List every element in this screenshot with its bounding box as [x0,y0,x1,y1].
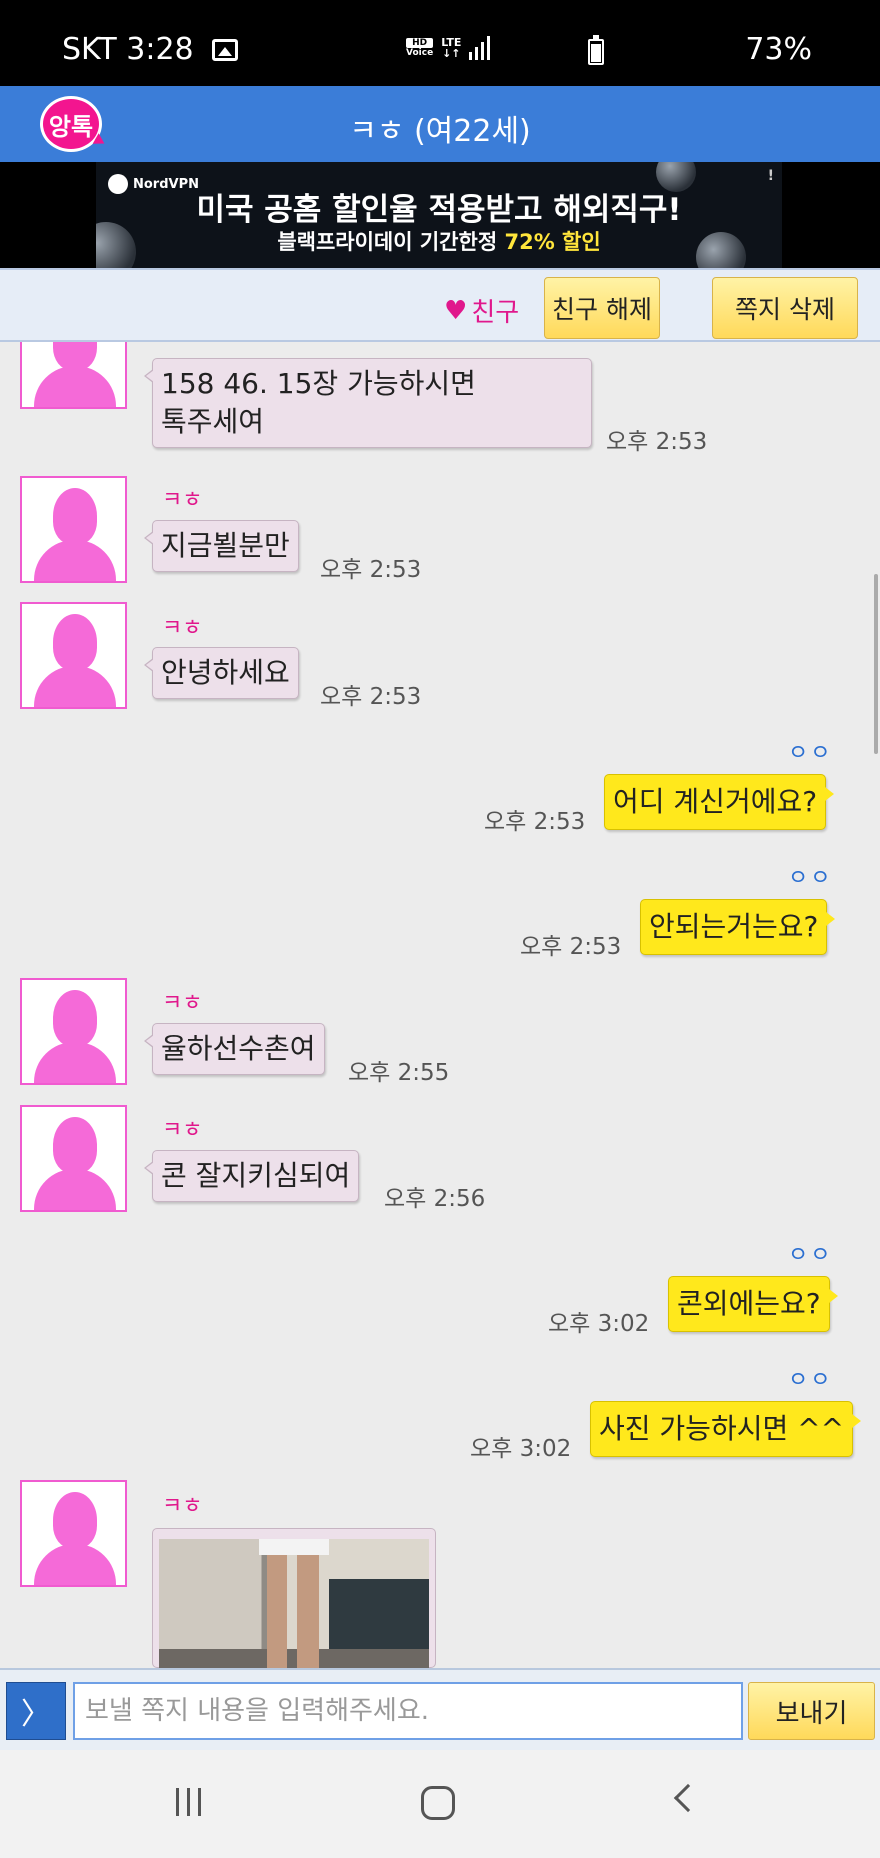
message-time: 오후 2:53 [320,557,422,583]
message-time: 오후 2:56 [384,1186,486,1212]
ad-subline-text: 블랙프라이데이 기간한정 [277,230,505,254]
heart-icon: ♥ [444,295,468,326]
read-indicator: ㅇㅇ [788,741,833,766]
voice-label: Voice [406,48,434,58]
message-time: 오후 2:53 [606,429,708,455]
friend-label: 친구 [471,298,520,328]
battery-icon [588,35,604,65]
outgoing-message[interactable]: 어디 계신거에요? [604,774,835,830]
image-icon [211,38,238,61]
outgoing-message[interactable]: 사진 가능하시면 ^^ [590,1401,862,1457]
sender-name: ㅋㅎ [162,488,203,513]
status-left: SKT 3:28 [62,32,238,67]
chat-list[interactable]: 158 46. 15장 가능하시면 톡주세여 오후 2:53 ㅋㅎ 지금뵐분만 … [0,342,880,1668]
carrier-time: SKT 3:28 [62,32,194,67]
outgoing-message[interactable]: 안되는거는요? [640,899,836,955]
back-icon[interactable] [673,1783,703,1813]
sender-avatar[interactable] [20,602,127,709]
friend-status: ♥ 친구 [444,292,519,329]
app-header: 앙톡 ㅋㅎ (여22세) [0,86,880,162]
photo-thumbnail[interactable] [159,1539,429,1668]
sender-avatar[interactable] [20,978,127,1085]
ad-info-icon[interactable]: ! [768,168,774,184]
home-icon[interactable] [421,1786,455,1820]
message-time: 오후 2:55 [348,1060,450,1086]
sender-name: ㅋㅎ [162,616,203,641]
system-nav-bar [0,1750,880,1858]
message-time: 오후 2:53 [484,809,586,835]
expand-toggle-button[interactable]: 〉 [6,1682,66,1740]
ad-headline: 미국 공홈 할인율 적용받고 해외직구! [196,192,682,228]
ad-subline: 블랙프라이데이 기간한정 72% 할인 [96,226,782,256]
friend-bar: ♥ 친구 친구 해제 쪽지 삭제 [0,268,880,342]
message-input-bar: 〉 보내기 [0,1668,880,1750]
message-time: 오후 3:02 [470,1436,572,1462]
hd-voice-icon: HD Voice [406,38,434,58]
unfriend-button[interactable]: 친구 해제 [544,277,660,339]
data-arrows-icon: ↓↑ [442,47,461,60]
sender-avatar[interactable] [20,342,127,409]
sender-name: ㅋㅎ [162,991,203,1016]
message-input[interactable] [73,1682,743,1740]
scrollbar[interactable] [874,574,878,754]
message-time: 오후 3:02 [548,1311,650,1337]
signal-icon [469,36,491,60]
battery-percent: 73% [745,32,812,67]
message-time: 오후 2:53 [520,934,622,960]
recent-apps-icon[interactable] [176,1788,201,1816]
read-indicator: ㅇㅇ [788,1243,833,1268]
incoming-message[interactable]: 158 46. 15장 가능하시면 톡주세여 [144,358,592,448]
sender-avatar[interactable] [20,476,127,583]
photo-message[interactable] [152,1528,436,1668]
incoming-message[interactable]: 안녕하세요 [144,647,299,699]
sender-avatar[interactable] [20,1105,127,1212]
ad-discount: 72% 할인 [504,230,601,254]
read-indicator: ㅇㅇ [788,1368,833,1393]
incoming-message[interactable]: 율하선수촌여 [144,1023,325,1075]
status-bar: SKT 3:28 HD Voice LTE ↓↑ 73% [0,0,880,86]
sender-avatar[interactable] [20,1480,127,1587]
sender-name: ㅋㅎ [162,1494,203,1519]
delete-message-button[interactable]: 쪽지 삭제 [712,277,858,339]
outgoing-message[interactable]: 콘외에는요? [668,1276,838,1332]
send-button[interactable]: 보내기 [748,1682,875,1740]
hd-label: HD [406,38,434,48]
chat-title: ㅋㅎ (여22세) [349,114,531,149]
incoming-message[interactable]: 콘 잘지키심되여 [143,1150,360,1202]
ad-content[interactable]: NordVPN 미국 공홈 할인율 적용받고 해외직구! 블랙프라이데이 기간한… [96,162,782,268]
status-right: HD Voice LTE ↓↑ [406,36,491,60]
read-indicator: ㅇㅇ [788,866,833,891]
lte-icon: LTE ↓↑ [441,37,461,59]
message-time: 오후 2:53 [320,684,422,710]
ad-banner[interactable]: NordVPN 미국 공홈 할인율 적용받고 해외직구! 블랙프라이데이 기간한… [0,162,880,268]
incoming-message[interactable]: 지금뵐분만 [144,520,299,572]
sender-name: ㅋㅎ [162,1118,203,1143]
